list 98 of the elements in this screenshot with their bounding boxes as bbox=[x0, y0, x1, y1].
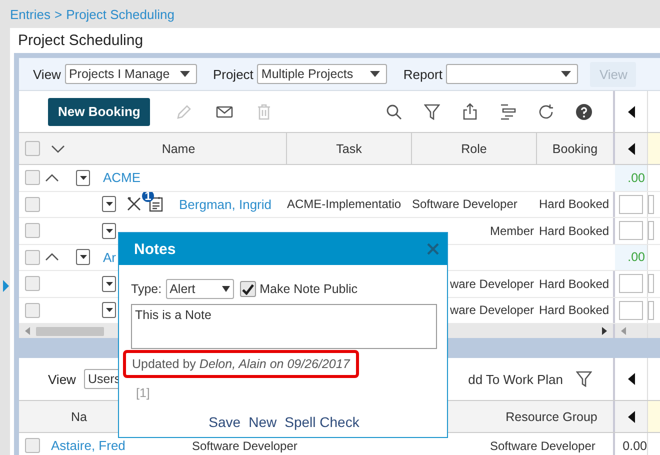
person-link[interactable]: Astaire, Fred bbox=[45, 438, 126, 454]
type-dropdown[interactable]: Alert bbox=[166, 279, 234, 299]
filter-icon[interactable] bbox=[424, 104, 440, 120]
dialog-action-link[interactable]: New bbox=[248, 414, 277, 430]
role-cell: ware Developer bbox=[450, 303, 534, 318]
column-highlight bbox=[648, 401, 660, 432]
search-icon[interactable] bbox=[386, 104, 402, 120]
caret-icon bbox=[180, 71, 190, 77]
booking-type-cell: Hard Booked bbox=[539, 276, 610, 291]
row-menu-button[interactable] bbox=[76, 170, 90, 186]
envelope-icon[interactable] bbox=[216, 106, 234, 118]
hours-input[interactable] bbox=[648, 221, 654, 240]
dropdown-field[interactable] bbox=[446, 64, 578, 84]
dialog-action-link[interactable]: Save bbox=[208, 414, 241, 430]
type-label: Type: bbox=[131, 282, 162, 296]
hours-input[interactable] bbox=[619, 194, 643, 214]
role-cell: ware Developer bbox=[450, 276, 534, 291]
column-highlight bbox=[648, 133, 660, 164]
collapse-left-icon[interactable] bbox=[628, 142, 634, 154]
caret-icon bbox=[222, 286, 230, 292]
help-icon[interactable] bbox=[576, 104, 592, 120]
note-count-badge: 1 bbox=[142, 192, 154, 202]
column-header[interactable]: Task bbox=[287, 133, 412, 164]
checkbox[interactable] bbox=[24, 250, 40, 265]
booking-type-cell: Hard Booked bbox=[539, 303, 610, 318]
dropdown-field[interactable]: Multiple Projects bbox=[257, 64, 388, 84]
filter-label: View bbox=[33, 66, 61, 82]
checkbox-label: Make Note Public bbox=[260, 282, 358, 296]
collapse-left-icon[interactable] bbox=[628, 106, 634, 118]
hours-input[interactable] bbox=[648, 194, 654, 214]
dropdown-field[interactable]: Projects I Manage bbox=[64, 64, 197, 84]
filter-label: View bbox=[48, 372, 76, 386]
role-cell: Software Developer bbox=[192, 438, 298, 453]
column-header[interactable]: Booking bbox=[537, 133, 615, 164]
project-link[interactable]: ACME bbox=[97, 170, 141, 186]
row-menu-button[interactable] bbox=[102, 276, 116, 292]
checkbox[interactable] bbox=[24, 276, 40, 292]
checkbox[interactable] bbox=[24, 223, 40, 238]
hours-input[interactable] bbox=[619, 274, 643, 294]
booking-type-cell: Hard Booked bbox=[539, 224, 610, 238]
hours-input[interactable] bbox=[648, 274, 654, 294]
caret-icon bbox=[106, 282, 112, 286]
collapse-left-icon[interactable] bbox=[628, 373, 634, 385]
updated-info: Updated by Delon, Alain on 09/26/2017 bbox=[123, 350, 359, 378]
row-menu-button[interactable] bbox=[102, 222, 116, 239]
hours-input[interactable] bbox=[619, 221, 643, 240]
checkbox[interactable] bbox=[24, 438, 40, 454]
total-cell: .00 bbox=[615, 244, 648, 270]
add-to-work-plan-link[interactable]: dd To Work Plan bbox=[468, 372, 563, 386]
page-title: Project Scheduling bbox=[17, 31, 144, 51]
filter-label: Report bbox=[403, 66, 442, 82]
caret-icon bbox=[106, 308, 112, 312]
booking-type-cell: Hard Booked bbox=[539, 197, 610, 212]
row-menu-button[interactable] bbox=[102, 196, 116, 212]
resource-group-cell: Software Developer bbox=[490, 438, 596, 453]
share-icon[interactable] bbox=[462, 103, 478, 120]
caret-icon bbox=[80, 255, 86, 260]
collapse-caret-icon[interactable] bbox=[45, 253, 59, 262]
gantt-icon[interactable] bbox=[500, 104, 516, 120]
hours-input[interactable] bbox=[619, 300, 643, 320]
caret-icon bbox=[370, 71, 380, 77]
caret-icon bbox=[106, 228, 112, 233]
dialog-title: Notes bbox=[134, 240, 176, 258]
caret-icon bbox=[106, 202, 112, 206]
project-link[interactable]: Ar bbox=[97, 250, 116, 265]
filter-label: Project bbox=[212, 66, 254, 82]
scrollbar-thumb[interactable] bbox=[36, 326, 104, 336]
refresh-icon[interactable] bbox=[538, 104, 554, 120]
collapse-caret-icon[interactable] bbox=[45, 174, 59, 182]
hours-input[interactable] bbox=[648, 300, 654, 320]
row-menu-button[interactable] bbox=[76, 249, 90, 266]
scroll-right-icon[interactable] bbox=[602, 327, 607, 335]
filter-icon[interactable] bbox=[576, 371, 592, 387]
checkbox[interactable] bbox=[24, 196, 40, 212]
collapse-left-icon[interactable] bbox=[628, 410, 634, 422]
column-header[interactable]: Resource Group bbox=[490, 401, 615, 432]
total-cell: .00 bbox=[615, 165, 648, 190]
total-value: 0.00 bbox=[622, 438, 647, 453]
checkbox[interactable] bbox=[240, 281, 256, 297]
column-header[interactable]: Role bbox=[412, 133, 537, 164]
dialog-action-link[interactable]: Spell Check bbox=[284, 414, 360, 430]
note-text-area[interactable]: This is a Note bbox=[131, 304, 437, 349]
new-booking-button[interactable]: New Booking bbox=[48, 98, 150, 126]
caret-icon bbox=[561, 71, 572, 77]
tools-icon[interactable] bbox=[127, 197, 141, 212]
person-link[interactable]: Bergman, Ingrid bbox=[173, 196, 272, 212]
caret-icon bbox=[80, 176, 86, 180]
role-cell: Software Developer bbox=[412, 197, 518, 212]
role-cell: Member bbox=[490, 224, 534, 238]
chevron-down-icon[interactable] bbox=[51, 144, 65, 152]
note-icon[interactable] bbox=[149, 196, 163, 212]
checkbox[interactable] bbox=[24, 302, 40, 318]
row-menu-button[interactable] bbox=[102, 302, 116, 318]
checkbox[interactable] bbox=[24, 141, 40, 156]
column-header[interactable]: Name bbox=[71, 133, 287, 164]
breadcrumb-separator: > bbox=[54, 6, 62, 22]
task-cell: ACME-Implementatio bbox=[287, 197, 402, 212]
checkbox[interactable] bbox=[24, 170, 40, 186]
